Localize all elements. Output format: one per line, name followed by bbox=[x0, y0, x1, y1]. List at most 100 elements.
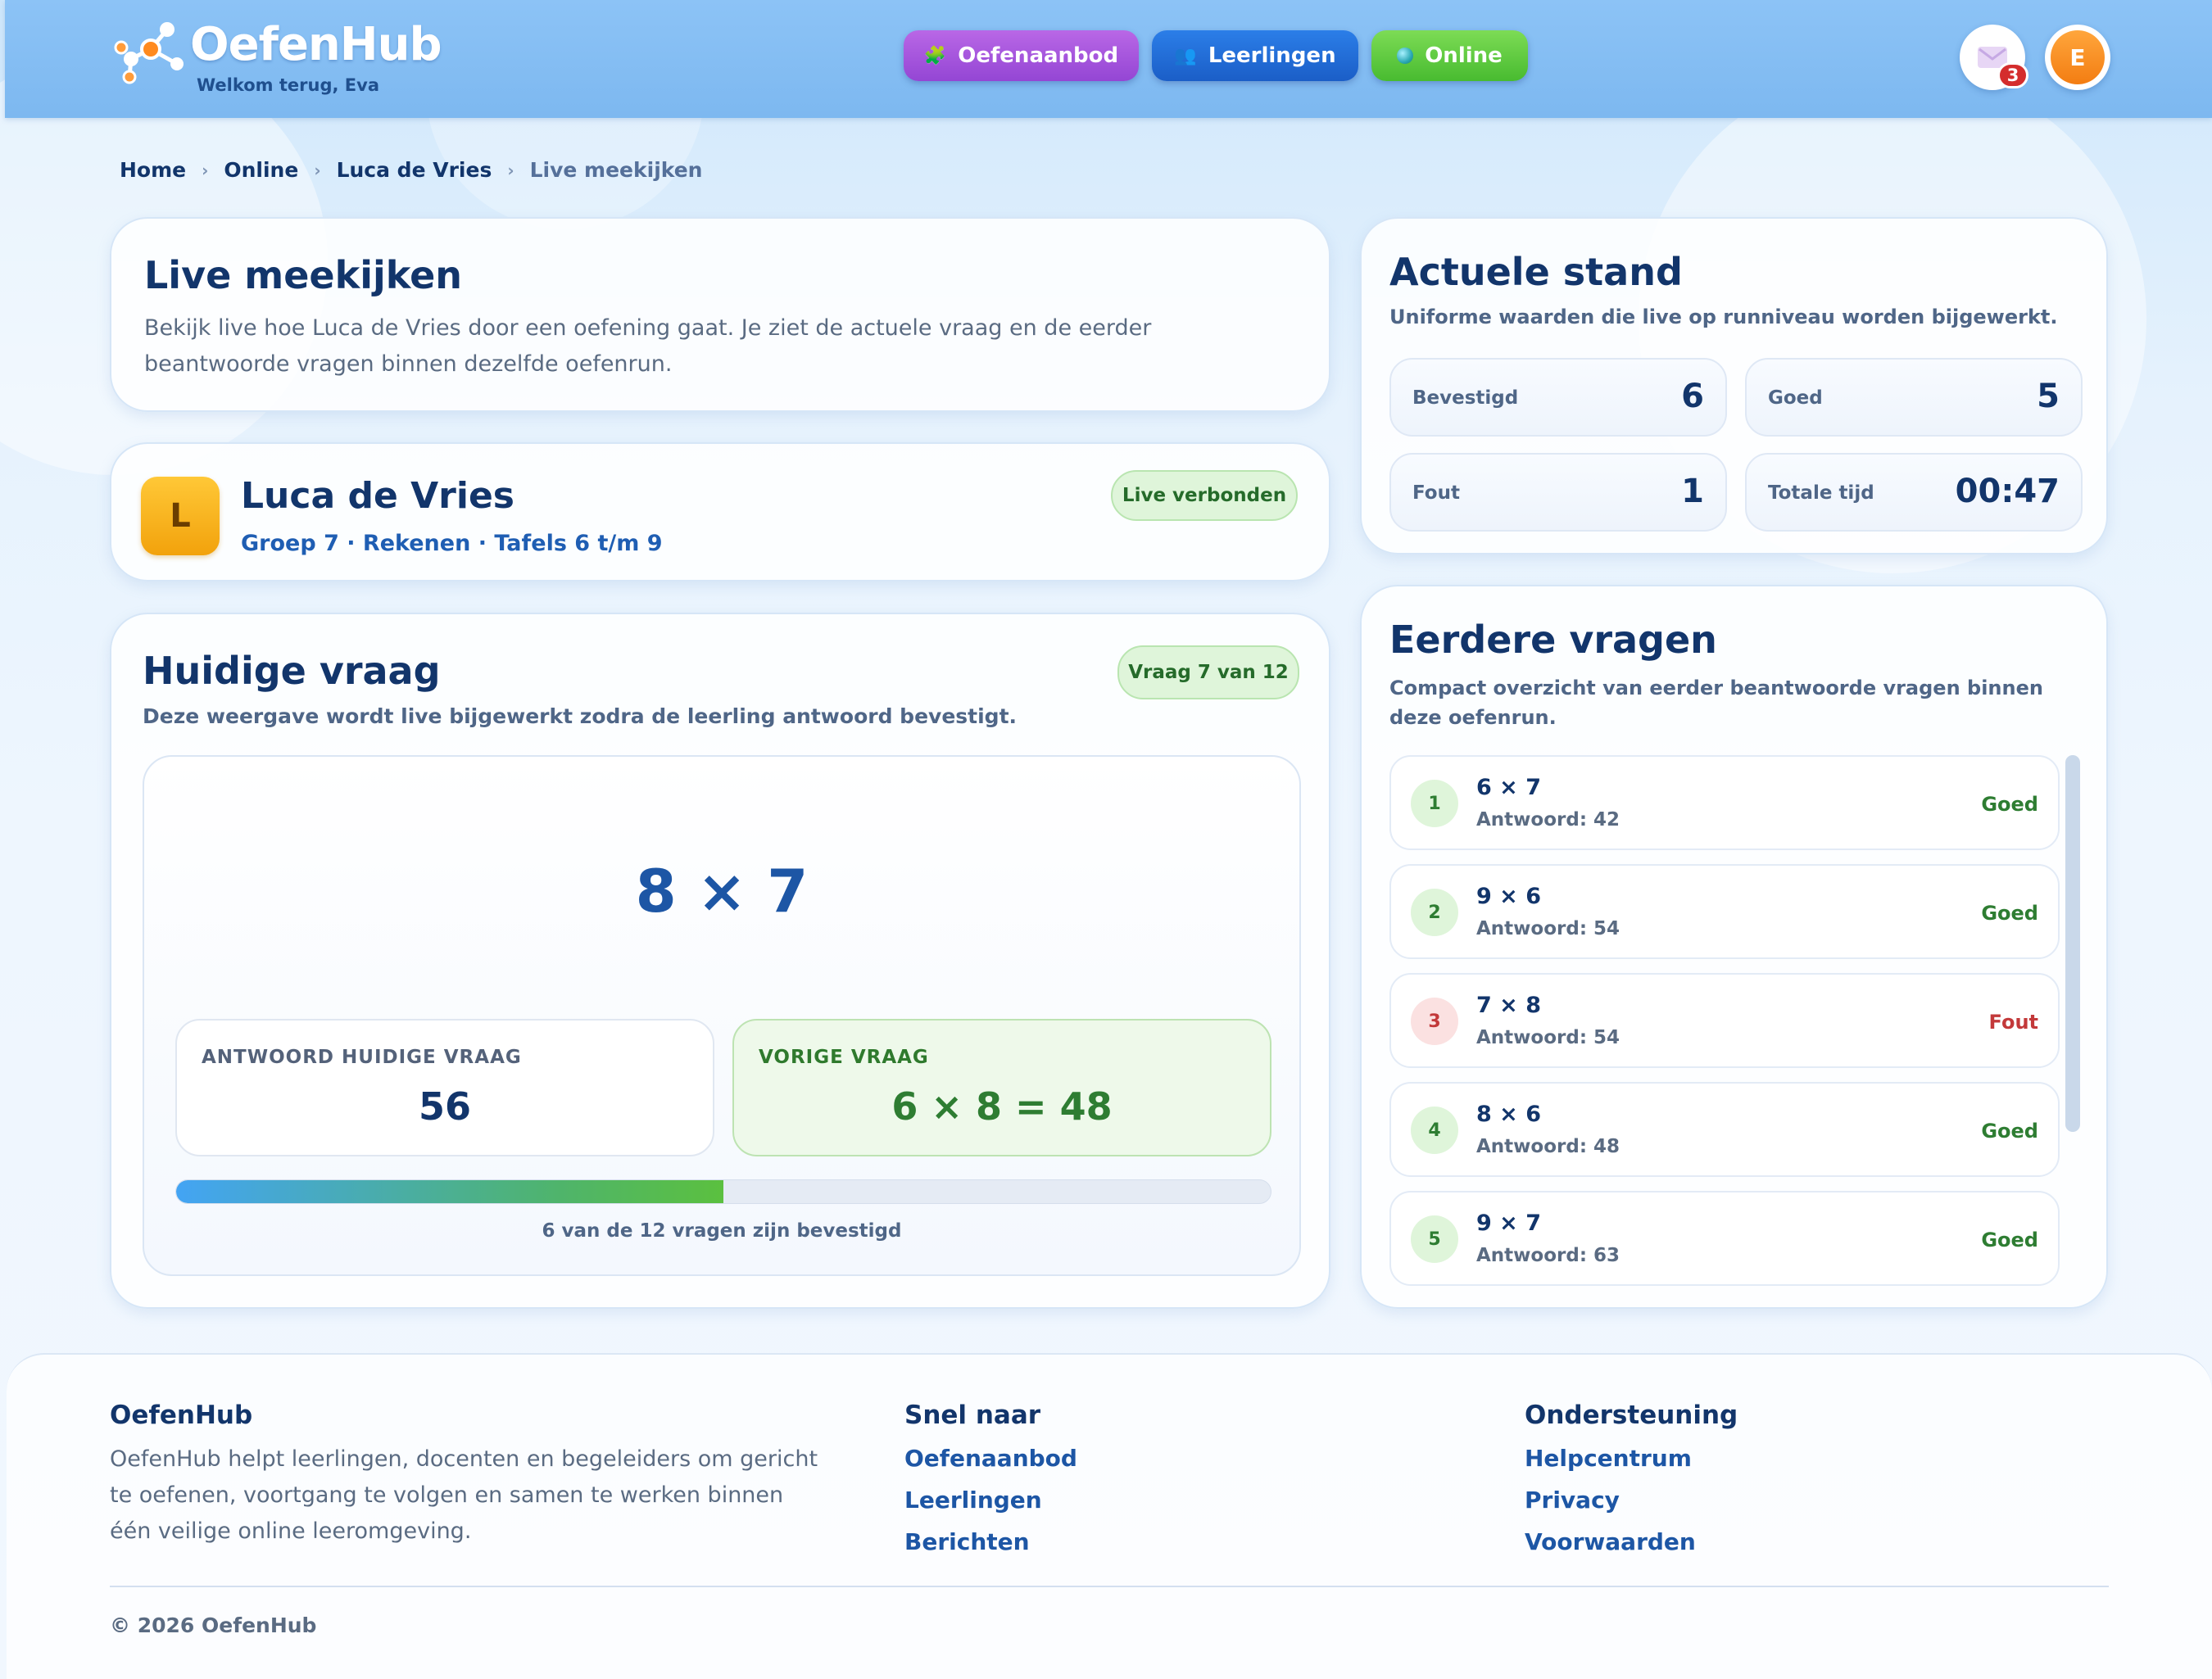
earlier-questions-title: Eerdere vragen bbox=[1389, 618, 1717, 662]
stat-value: 00:47 bbox=[1955, 473, 2060, 510]
earlier-questions-subtitle: Compact overzicht van eerder beantwoorde… bbox=[1389, 677, 2043, 729]
question-answer: Antwoord: 48 bbox=[1476, 1136, 1620, 1157]
chevron-right-icon: › bbox=[202, 160, 209, 180]
current-question-card: Huidige vraag Deze weergave wordt live b… bbox=[110, 613, 1330, 1309]
stat-value: 1 bbox=[1681, 473, 1704, 510]
question-number: 3 bbox=[1411, 998, 1458, 1045]
nav-label: Oefenaanbod bbox=[958, 43, 1119, 68]
question-number: 4 bbox=[1411, 1107, 1458, 1154]
student-card: L Luca de Vries Groep 7 · Rekenen · Tafe… bbox=[110, 442, 1330, 582]
standing-title: Actuele stand bbox=[1389, 250, 1683, 294]
intro-card: Live meekijken Bekijk live hoe Luca de V… bbox=[110, 217, 1330, 412]
question-expression: 9 × 6 bbox=[1476, 884, 1541, 909]
question-number: 1 bbox=[1411, 780, 1458, 827]
question-answer: Antwoord: 54 bbox=[1476, 1027, 1620, 1048]
question-number: 2 bbox=[1411, 889, 1458, 936]
breadcrumb: Home › Online › Luca de Vries › Live mee… bbox=[120, 158, 702, 182]
question-status: Goed bbox=[1981, 1120, 2038, 1143]
current-answer-value: 56 bbox=[418, 1084, 471, 1129]
question-status: Goed bbox=[1981, 1229, 2038, 1251]
current-answer-label: ANTWOORD HUIDIGE VRAAG bbox=[202, 1047, 522, 1068]
live-status-badge: Live verbonden bbox=[1111, 470, 1298, 521]
earlier-questions-list[interactable]: 1 6 × 7 Antwoord: 42 Goed 2 9 × 6 Antwoo… bbox=[1389, 755, 2061, 1299]
stat-label: Fout bbox=[1412, 482, 1460, 504]
list-item: 2 9 × 6 Antwoord: 54 Goed bbox=[1389, 864, 2060, 959]
list-item: 1 6 × 7 Antwoord: 42 Goed bbox=[1389, 755, 2060, 850]
footer-link-helpcentrum[interactable]: Helpcentrum bbox=[1525, 1445, 1692, 1472]
standing-card: Actuele stand Uniforme waarden die live … bbox=[1360, 217, 2108, 554]
online-dot-icon bbox=[1397, 48, 1414, 64]
progress-fill bbox=[176, 1180, 723, 1203]
progress-text: 6 van de 12 vragen zijn bevestigd bbox=[542, 1220, 902, 1242]
question-expression: 8 × 7 bbox=[635, 857, 809, 925]
stat-label: Goed bbox=[1768, 387, 1823, 409]
intro-text: Bekijk live hoe Luca de Vries door een o… bbox=[144, 315, 1152, 377]
previous-question-value: 6 × 8 = 48 bbox=[891, 1084, 1113, 1129]
footer-link-oefenaanbod[interactable]: Oefenaanbod bbox=[904, 1445, 1077, 1472]
people-icon: 👥 bbox=[1174, 45, 1197, 66]
question-answer: Antwoord: 54 bbox=[1476, 918, 1620, 939]
question-status: Fout bbox=[1988, 1011, 2038, 1034]
stat-label: Totale tijd bbox=[1768, 482, 1874, 504]
footer-link-voorwaarden[interactable]: Voorwaarden bbox=[1525, 1528, 1696, 1555]
nav-oefenaanbod-button[interactable]: 🧩 Oefenaanbod bbox=[904, 30, 1139, 81]
previous-question-label: VORIGE VRAAG bbox=[759, 1047, 929, 1068]
stat-value: 5 bbox=[2037, 378, 2060, 415]
puzzle-icon: 🧩 bbox=[923, 45, 947, 66]
user-avatar-button[interactable]: E bbox=[2045, 25, 2110, 90]
chevron-right-icon: › bbox=[314, 160, 321, 180]
footer-quick-title: Snel naar bbox=[904, 1401, 1041, 1430]
oefenhub-logo-icon bbox=[114, 22, 184, 84]
nav-label: Online bbox=[1425, 43, 1503, 68]
stat-label: Bevestigd bbox=[1412, 387, 1519, 409]
question-answer: Antwoord: 42 bbox=[1476, 809, 1620, 830]
question-status: Goed bbox=[1981, 793, 2038, 816]
previous-question-box: VORIGE VRAAG 6 × 8 = 48 bbox=[732, 1019, 1271, 1156]
list-item: 5 9 × 7 Antwoord: 63 Goed bbox=[1389, 1191, 2060, 1286]
stat-fout: Fout 1 bbox=[1389, 453, 1727, 532]
nav-online-button[interactable]: Online bbox=[1371, 30, 1528, 81]
question-panel: 8 × 7 ANTWOORD HUIDIGE VRAAG 56 VORIGE V… bbox=[143, 755, 1301, 1276]
stat-value: 6 bbox=[1681, 378, 1704, 415]
question-expression: 9 × 7 bbox=[1476, 1211, 1541, 1236]
breadcrumb-online-link[interactable]: Online bbox=[224, 158, 298, 182]
avatar: E bbox=[2051, 30, 2105, 84]
copyright: © 2026 OefenHub bbox=[110, 1613, 317, 1637]
breadcrumb-student-link[interactable]: Luca de Vries bbox=[337, 158, 492, 182]
messages-count-badge: 3 bbox=[1997, 62, 2028, 88]
footer-divider bbox=[110, 1586, 2109, 1587]
footer-link-berichten[interactable]: Berichten bbox=[904, 1528, 1030, 1555]
question-expression: 8 × 6 bbox=[1476, 1102, 1541, 1127]
current-question-subtitle: Deze weergave wordt live bijgewerkt zodr… bbox=[143, 704, 1018, 728]
question-expression: 6 × 7 bbox=[1476, 775, 1541, 800]
stat-bevestigd: Bevestigd 6 bbox=[1389, 358, 1727, 437]
earlier-questions-card: Eerdere vragen Compact overzicht van eer… bbox=[1360, 585, 2108, 1309]
question-expression: 7 × 8 bbox=[1476, 993, 1541, 1018]
footer-support-title: Ondersteuning bbox=[1525, 1401, 1738, 1430]
footer-link-leerlingen[interactable]: Leerlingen bbox=[904, 1487, 1042, 1514]
list-item: 4 8 × 6 Antwoord: 48 Goed bbox=[1389, 1082, 2060, 1177]
question-number: 5 bbox=[1411, 1215, 1458, 1263]
list-scrollbar[interactable] bbox=[2065, 755, 2080, 1132]
page-title: Live meekijken bbox=[144, 253, 463, 297]
question-status: Goed bbox=[1981, 902, 2038, 925]
chevron-right-icon: › bbox=[507, 160, 514, 180]
student-meta: Groep 7 · Rekenen · Tafels 6 t/m 9 bbox=[241, 531, 663, 556]
welcome-text: Welkom terug, Eva bbox=[197, 75, 379, 95]
brand-name[interactable]: OefenHub bbox=[190, 18, 442, 71]
standing-subtitle: Uniforme waarden die live op runniveau w… bbox=[1389, 305, 2058, 328]
footer-description: OefenHub helpt leerlingen, docenten en b… bbox=[110, 1446, 818, 1544]
stat-totale-tijd: Totale tijd 00:47 bbox=[1745, 453, 2083, 532]
breadcrumb-current: Live meekijken bbox=[529, 158, 703, 182]
question-counter-badge: Vraag 7 van 12 bbox=[1117, 645, 1299, 699]
progress-bar bbox=[175, 1179, 1271, 1204]
nav-label: Leerlingen bbox=[1208, 43, 1336, 68]
student-avatar: L bbox=[141, 477, 220, 555]
stat-goed: Goed 5 bbox=[1745, 358, 2083, 437]
student-name: Luca de Vries bbox=[241, 475, 514, 517]
question-answer: Antwoord: 63 bbox=[1476, 1245, 1620, 1266]
footer-link-privacy[interactable]: Privacy bbox=[1525, 1487, 1620, 1514]
breadcrumb-home-link[interactable]: Home bbox=[120, 158, 186, 182]
nav-leerlingen-button[interactable]: 👥 Leerlingen bbox=[1152, 30, 1358, 81]
list-item: 3 7 × 8 Antwoord: 54 Fout bbox=[1389, 973, 2060, 1068]
